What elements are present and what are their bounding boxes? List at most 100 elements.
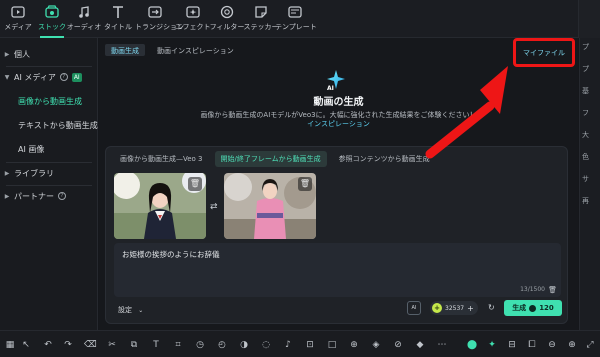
ai-enhance-button[interactable]: AI [407, 301, 421, 315]
stabilize-icon[interactable]: ⊡ [304, 339, 316, 351]
chevron-right-icon: ▶ [4, 169, 10, 177]
toolbar-template[interactable]: テンプレート [275, 4, 317, 32]
right-panel-label: プ [582, 65, 589, 73]
chevron-right-icon: ▶ [4, 50, 10, 58]
sidebar-item-label: AI メディア [14, 72, 56, 82]
tab-video-inspiration[interactable]: 動画インスピレーション [151, 44, 240, 56]
right-panel-label: 色 [582, 153, 589, 161]
coin-icon: + [432, 303, 442, 313]
template-icon [288, 6, 302, 18]
sidebar-item-label: 個人 [14, 49, 30, 59]
my-files-highlight: マイファイル [513, 38, 575, 67]
keyframe-icon[interactable]: ◈ [370, 339, 382, 351]
char-counter: 13/1500 [520, 286, 545, 293]
chevron-down-icon: ▼ [4, 73, 10, 81]
help-icon[interactable]: ? [59, 73, 68, 81]
mode-image-to-video[interactable]: 画像から動画生成—Veo 3 [114, 151, 209, 167]
split-icon[interactable]: ⧉ [128, 339, 140, 351]
ai-sparkle-icon: AI [327, 70, 345, 92]
sidebar-item-label: ライブラリ [14, 168, 54, 178]
speed-icon[interactable]: ◴ [216, 339, 228, 351]
top-toolbar: メディア ストック オーディオ タイトル トランジション エフェクト フィルター… [0, 0, 600, 38]
page-title: 動画の生成 [313, 97, 364, 108]
fit-icon[interactable]: ⤢ [584, 339, 596, 351]
right-toolbar-strip [578, 0, 600, 38]
credit-icon [529, 304, 537, 312]
detach-icon[interactable]: ⊘ [392, 339, 404, 351]
toolbar-transition[interactable]: トランジション [135, 4, 184, 32]
delete-icon[interactable]: 🗑 [188, 177, 202, 191]
snap-icon[interactable]: ⧠ [526, 339, 538, 351]
mask-icon[interactable]: ◌ [260, 339, 272, 351]
ai-badge: AI [71, 72, 82, 82]
generate-label: 生成 [512, 304, 527, 312]
text-icon[interactable]: T [150, 339, 162, 351]
timer-icon[interactable]: ◷ [194, 339, 206, 351]
sidebar-item-label: テキストから動画生成 [18, 120, 98, 130]
transition-icon [148, 6, 162, 18]
mode-reference-content[interactable]: 参照コンテンツから動画生成 [333, 151, 436, 167]
color-icon[interactable]: ◑ [238, 339, 250, 351]
delete-icon[interactable]: ⌫ [84, 339, 97, 351]
settings-dropdown[interactable]: 設定 ⌄ [118, 305, 143, 315]
marker-icon[interactable]: ◆ [414, 339, 426, 351]
more-icon[interactable]: ⋯ [436, 339, 448, 351]
sidebar-item-partner[interactable]: ▶ パートナー ? [0, 186, 98, 206]
generate-button[interactable]: 生成 120 [504, 300, 562, 316]
freeze-icon[interactable]: ⊕ [348, 339, 360, 351]
mode-tabs: 画像から動画生成—Veo 3 開始/終了フレームから動画生成 参照コンテンツから… [114, 151, 436, 167]
credits-badge[interactable]: + 32537 + [430, 301, 478, 315]
sidebar-item-text-to-video[interactable]: テキストから動画生成 [0, 115, 98, 135]
grid-icon[interactable]: ▦ [4, 339, 16, 351]
audio-icon[interactable]: ♪ [282, 339, 294, 351]
media-icon [11, 6, 25, 18]
sidebar-item-ai-media[interactable]: ▼ AI メディア ? AI [0, 67, 98, 87]
prompt-textarea[interactable]: お姫様の挨拶のようにお辞儀 13/1500 🗑 [114, 243, 561, 297]
refresh-icon[interactable]: ↻ [488, 303, 495, 312]
swap-icon[interactable]: ⇄ [210, 202, 218, 212]
tab-video-generation[interactable]: 動画生成 [105, 44, 145, 56]
render-icon[interactable]: ⬤ [466, 339, 478, 351]
redo-icon[interactable]: ↷ [62, 339, 74, 351]
undo-icon[interactable]: ↶ [42, 339, 54, 351]
right-panel-label: フ [582, 109, 589, 117]
help-icon[interactable]: ? [58, 192, 66, 200]
sidebar-item-ai-image[interactable]: AI 画像 [0, 139, 98, 159]
sidebar-item-label: 画像から動画生成 [18, 96, 82, 106]
sidebar-item-personal[interactable]: ▶ 個人 [0, 44, 98, 64]
generation-card: 画像から動画生成—Veo 3 開始/終了フレームから動画生成 参照コンテンツから… [105, 146, 568, 324]
sidebar-item-label: AI 画像 [18, 144, 45, 154]
chevron-right-icon: ▶ [4, 192, 10, 200]
split-screen-icon[interactable]: ⊟ [506, 339, 518, 351]
end-frame-image[interactable]: 🗑 [224, 173, 316, 239]
frame-icon[interactable]: □ [326, 339, 338, 351]
delete-icon[interactable]: 🗑 [298, 177, 312, 191]
settings-label: 設定 [118, 306, 132, 314]
sidebar-item-label: パートナー [14, 191, 54, 201]
tab-bar: 動画生成 動画インスピレーション [105, 44, 240, 56]
crop-icon[interactable]: ⌗ [172, 339, 184, 351]
toolbar-title[interactable]: タイトル [98, 4, 138, 32]
zoom-out-icon[interactable]: ⊖ [546, 339, 558, 351]
mode-start-end-frame[interactable]: 開始/終了フレームから動画生成 [214, 151, 327, 167]
generate-cost: 120 [539, 304, 554, 312]
ai-tool-icon[interactable]: ✦ [486, 339, 498, 351]
right-panel-label: 再 [582, 197, 589, 205]
sidebar-item-image-to-video[interactable]: 画像から動画生成 [0, 91, 98, 111]
cut-icon[interactable]: ✂ [106, 339, 118, 351]
right-panel: プ プ 基 フ 大 色 サ 再 [579, 38, 600, 330]
effect-icon [186, 6, 200, 18]
toolbar-transition-label: トランジション [135, 23, 184, 31]
toolbar-template-label: テンプレート [275, 23, 317, 31]
zoom-in-icon[interactable]: ⊕ [566, 339, 578, 351]
toolbar-title-label: タイトル [104, 23, 132, 31]
my-files-link[interactable]: マイファイル [516, 48, 572, 58]
right-panel-label: サ [582, 175, 589, 183]
inspiration-link[interactable]: インスピレーション [99, 119, 578, 129]
sidebar-item-library[interactable]: ▶ ライブラリ [0, 163, 98, 183]
right-panel-label: 大 [582, 131, 589, 139]
credits-value: 32537 [445, 304, 465, 312]
start-frame-image[interactable]: 🗑 [114, 173, 206, 239]
clear-icon[interactable]: 🗑 [548, 286, 557, 294]
select-icon[interactable]: ↖ [20, 339, 32, 351]
